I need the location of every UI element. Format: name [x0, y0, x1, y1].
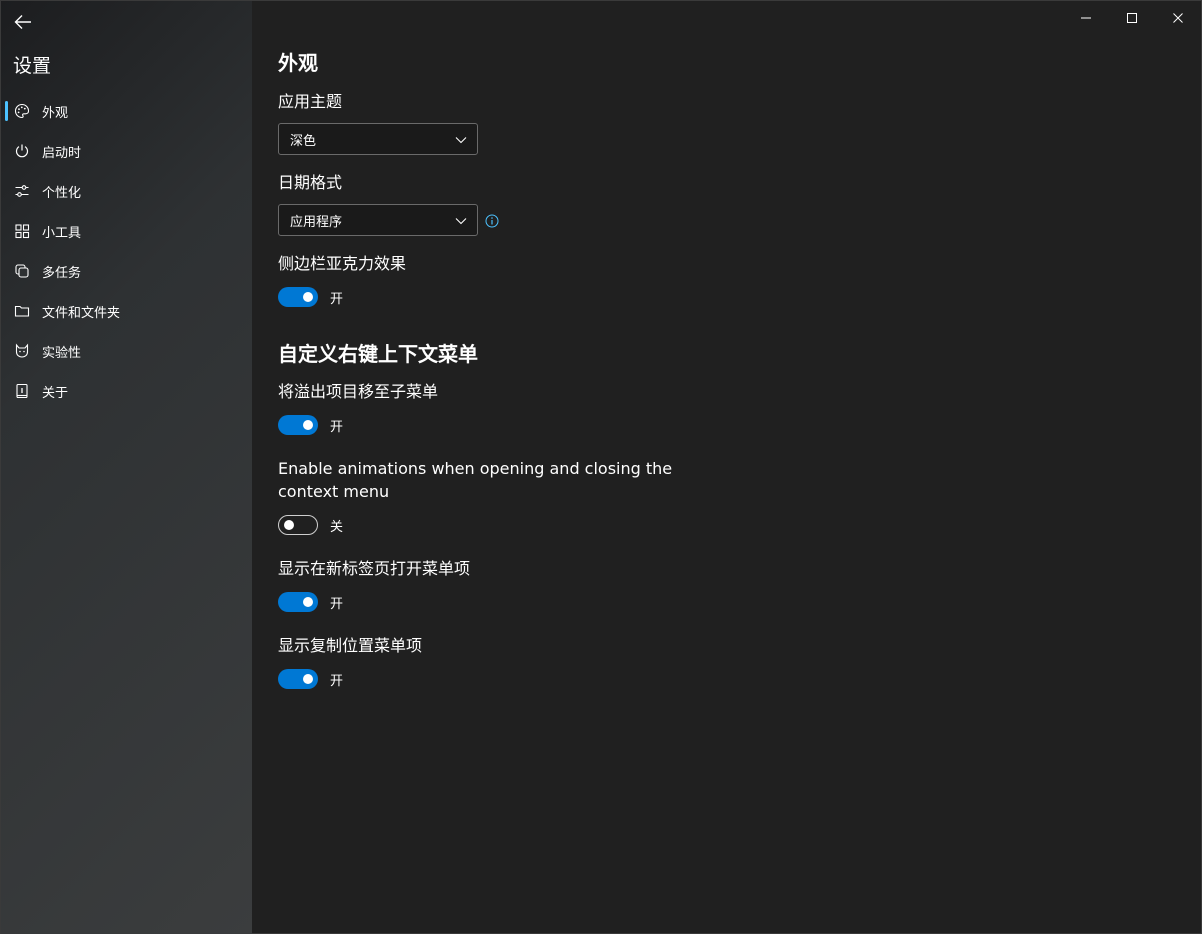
overflow-label: 将溢出项目移至子菜单	[278, 382, 439, 401]
sidebar-item-label: 多任务	[42, 265, 82, 281]
theme-value: 深色	[290, 133, 317, 149]
copy-location-toggle[interactable]	[278, 669, 318, 689]
sidebar-item-label: 关于	[42, 385, 69, 401]
power-icon	[14, 143, 30, 159]
overflow-toggle[interactable]	[278, 415, 318, 435]
chevron-down-icon	[455, 137, 467, 144]
maximize-button[interactable]	[1109, 1, 1155, 35]
sliders-icon	[14, 183, 30, 199]
sidebar-title: 设置	[13, 55, 52, 77]
copy-location-toggle-row: 开	[278, 669, 343, 689]
about-icon	[14, 383, 30, 399]
theme-dropdown[interactable]: 深色	[278, 123, 478, 155]
cat-icon	[14, 343, 30, 359]
sidebar-item-files-folders[interactable]: 文件和文件夹	[1, 291, 252, 331]
acrylic-toggle[interactable]	[278, 287, 318, 307]
close-icon	[1173, 13, 1183, 23]
folder-icon	[14, 303, 30, 319]
palette-icon	[14, 103, 30, 119]
sidebar-item-label: 小工具	[42, 225, 82, 241]
minimize-button[interactable]	[1063, 1, 1109, 35]
acrylic-label: 侧边栏亚克力效果	[278, 254, 407, 273]
widgets-icon	[14, 223, 30, 239]
sidebar-item-personalization[interactable]: 个性化	[1, 171, 252, 211]
overflow-state: 开	[330, 419, 344, 435]
sidebar-item-label: 启动时	[42, 145, 82, 161]
copy-location-state: 开	[330, 673, 344, 689]
selection-indicator	[5, 101, 8, 121]
page-title: 外观	[278, 51, 318, 75]
sidebar-item-label: 个性化	[42, 185, 82, 201]
sidebar-item-label: 实验性	[42, 345, 82, 361]
animations-toggle-row: 关	[278, 515, 343, 535]
multitask-icon	[14, 263, 30, 279]
date-format-dropdown[interactable]: 应用程序	[278, 204, 478, 236]
chevron-down-icon	[455, 218, 467, 225]
new-tab-toggle-row: 开	[278, 592, 343, 612]
acrylic-state: 开	[330, 291, 344, 307]
copy-location-label: 显示复制位置菜单项	[278, 636, 423, 655]
date-format-value: 应用程序	[290, 214, 343, 230]
back-button[interactable]	[9, 9, 37, 35]
toggle-knob	[303, 674, 313, 684]
sidebar-item-appearance[interactable]: 外观	[1, 91, 252, 131]
sidebar-item-label: 文件和文件夹	[42, 305, 121, 321]
maximize-icon	[1127, 13, 1137, 23]
new-tab-toggle[interactable]	[278, 592, 318, 612]
back-arrow-icon	[14, 15, 31, 29]
animations-state: 关	[330, 519, 344, 535]
close-button[interactable]	[1155, 1, 1201, 35]
info-icon[interactable]	[485, 214, 499, 228]
new-tab-label: 显示在新标签页打开菜单项	[278, 559, 471, 578]
animations-toggle[interactable]	[278, 515, 318, 535]
settings-window: 设置 外观 启动时 个性化 小工具 多任务 文件和文件夹 实验性 关于 外观 应…	[0, 0, 1202, 934]
sidebar-item-startup[interactable]: 启动时	[1, 131, 252, 171]
minimize-icon	[1081, 17, 1091, 19]
sidebar: 设置 外观 启动时 个性化 小工具 多任务 文件和文件夹 实验性 关于	[1, 1, 252, 934]
sidebar-item-multitasking[interactable]: 多任务	[1, 251, 252, 291]
sidebar-item-experimental[interactable]: 实验性	[1, 331, 252, 371]
animations-label: Enable animations when opening and closi…	[278, 459, 673, 501]
toggle-knob	[303, 292, 313, 302]
acrylic-toggle-row: 开	[278, 287, 343, 307]
sidebar-item-label: 外观	[42, 105, 69, 121]
context-menu-section-title: 自定义右键上下文菜单	[278, 342, 478, 366]
sidebar-item-about[interactable]: 关于	[1, 371, 252, 411]
new-tab-state: 开	[330, 596, 344, 612]
toggle-knob	[284, 520, 294, 530]
theme-label: 应用主题	[278, 92, 343, 111]
overflow-toggle-row: 开	[278, 415, 343, 435]
toggle-knob	[303, 420, 313, 430]
sidebar-nav: 外观 启动时 个性化 小工具 多任务 文件和文件夹 实验性 关于	[1, 91, 252, 411]
caption-buttons	[1063, 1, 1201, 35]
toggle-knob	[303, 597, 313, 607]
sidebar-item-widgets[interactable]: 小工具	[1, 211, 252, 251]
date-format-label: 日期格式	[278, 173, 343, 192]
